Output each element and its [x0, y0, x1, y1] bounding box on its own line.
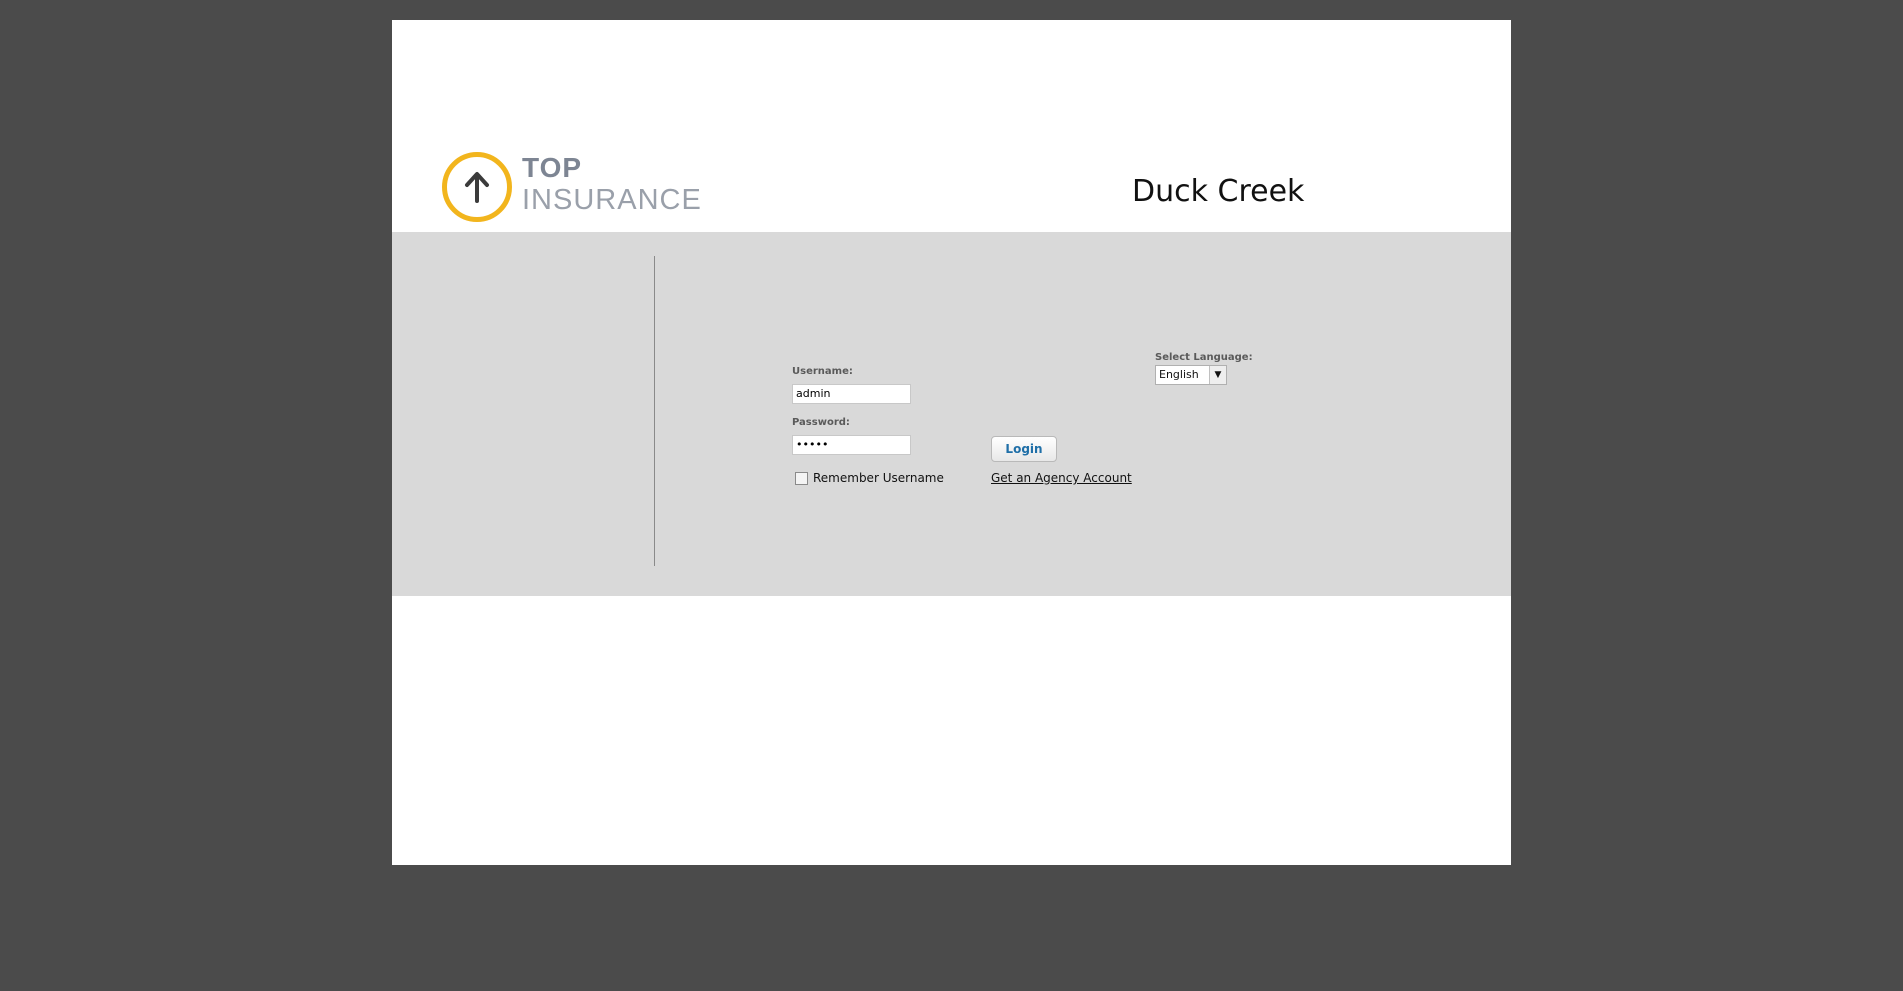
page-header: TOP INSURANCE Duck Creek	[392, 20, 1511, 232]
chevron-down-icon: ▼	[1209, 366, 1226, 384]
remember-username-label: Remember Username	[813, 471, 944, 485]
username-input[interactable]: admin	[792, 384, 911, 404]
language-selected-value: English	[1159, 368, 1199, 381]
login-band: Username: admin Password: ••••• Remember…	[392, 232, 1511, 596]
up-arrow-circle-icon	[442, 152, 512, 222]
get-agency-account-link[interactable]: Get an Agency Account	[991, 471, 1132, 485]
logo-text-top: TOP	[522, 152, 583, 183]
login-button[interactable]: Login	[991, 436, 1057, 462]
select-language-label: Select Language:	[1155, 352, 1253, 363]
top-insurance-logo: TOP INSURANCE	[442, 150, 712, 222]
login-page: TOP INSURANCE Duck Creek Username: admin…	[392, 20, 1511, 865]
remember-username-checkbox[interactable]	[795, 471, 808, 485]
password-input[interactable]: •••••	[792, 435, 911, 455]
logo-text-bottom: INSURANCE	[522, 184, 702, 216]
app-title: Duck Creek	[1132, 174, 1305, 209]
vertical-divider	[654, 256, 655, 566]
remember-username-row[interactable]: Remember Username	[795, 471, 944, 485]
password-label: Password:	[792, 417, 850, 428]
language-select[interactable]: English ▼	[1155, 365, 1227, 385]
username-label: Username:	[792, 366, 853, 377]
